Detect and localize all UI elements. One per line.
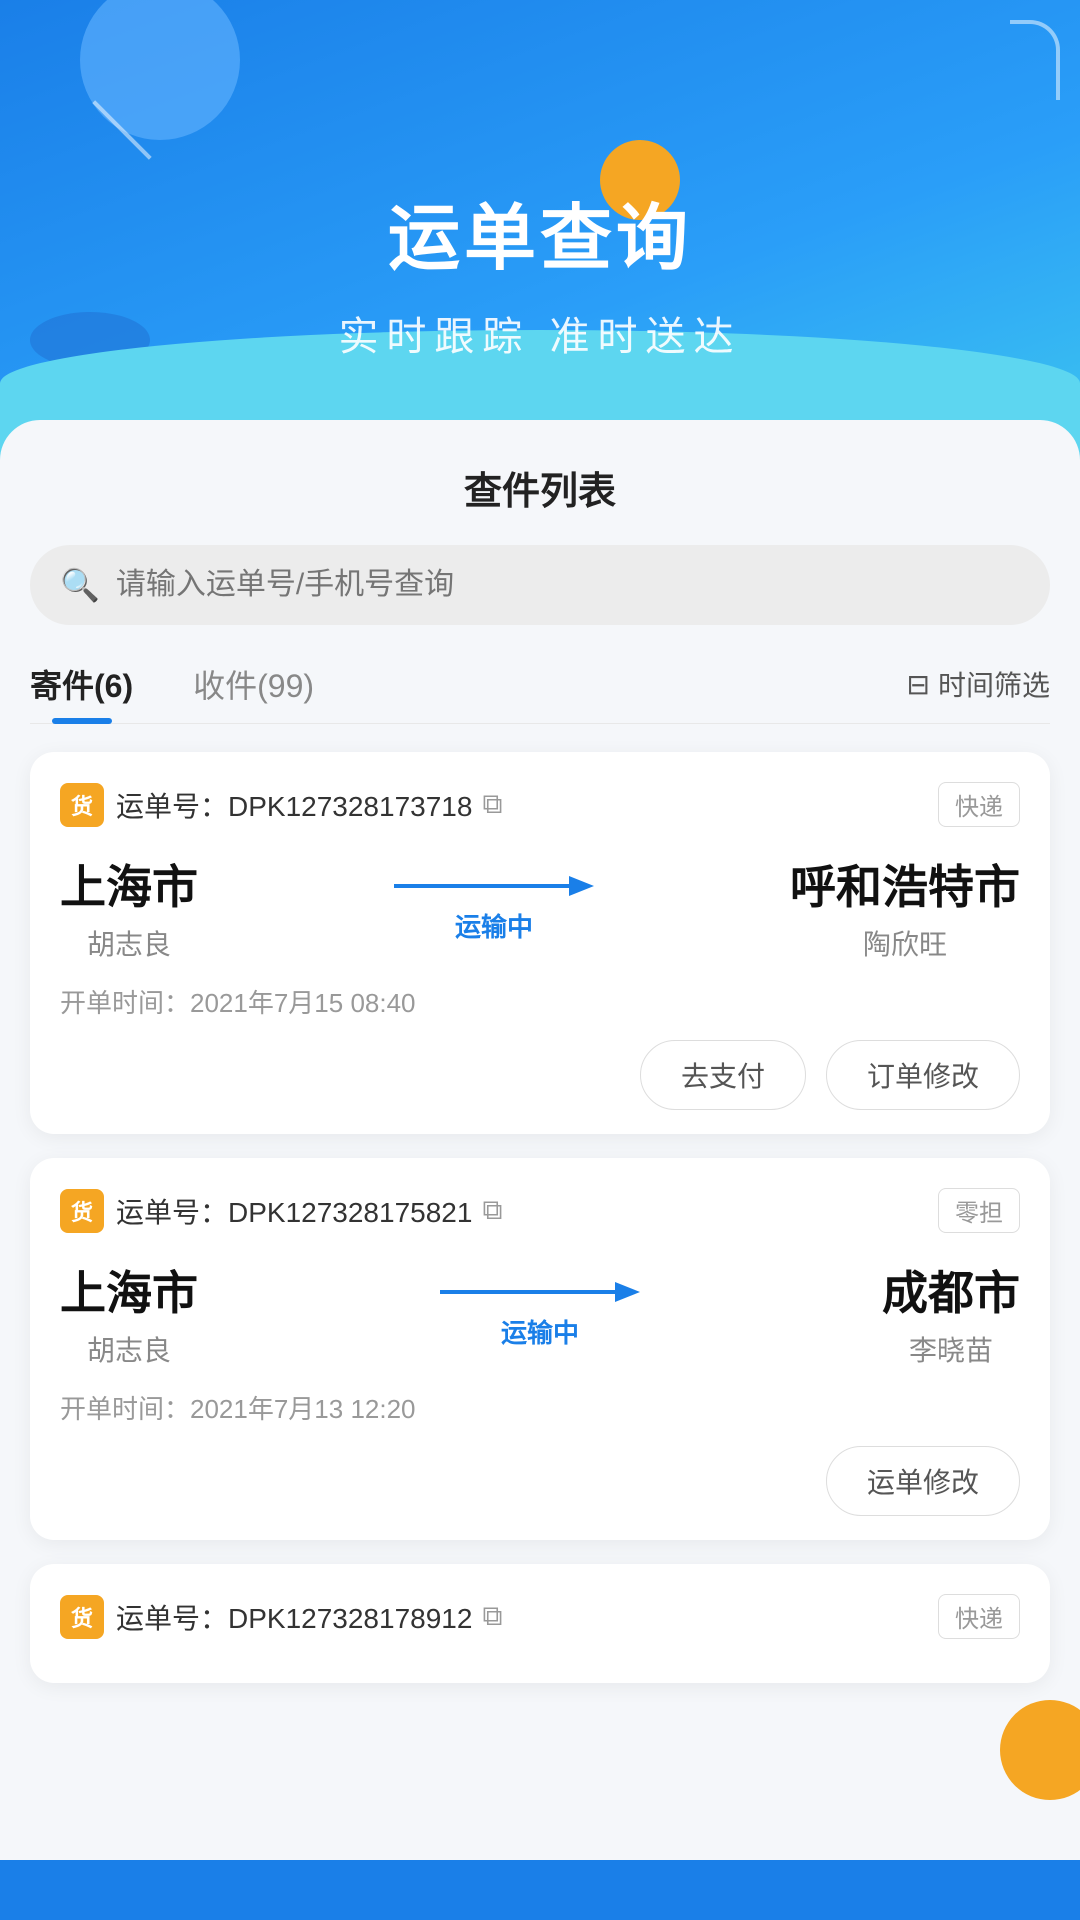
hero-title: 运单查询 [388, 179, 692, 284]
to-city-0: 呼和浩特市 陶欣旺 [790, 851, 1020, 963]
card-header-2: 货 运单号：DPK127328178912 ⧉ 快递 [60, 1594, 1020, 1639]
tabs-container: 寄件(6) 收件(99) ⊟ 时间筛选 [30, 661, 1050, 724]
open-time-0: 开单时间：2021年7月15 08:40 [60, 983, 1020, 1020]
deco-line-top-right [1010, 20, 1060, 100]
route-arrow-0: 运输中 [394, 871, 594, 944]
search-bar[interactable]: 🔍 [30, 545, 1050, 625]
shipment-card-2: 货 运单号：DPK127328178912 ⧉ 快递 [30, 1564, 1050, 1683]
filter-label: 时间筛选 [938, 664, 1050, 704]
deco-circle-top-left [80, 0, 240, 140]
search-icon: 🔍 [60, 566, 100, 604]
route-0: 上海市 胡志良 运输中 呼和浩特市 陶欣旺 [60, 851, 1020, 963]
filter-button[interactable]: ⊟ 时间筛选 [907, 664, 1050, 720]
copy-icon-1[interactable]: ⧉ [482, 1194, 502, 1227]
shipment-card-0: 货 运单号：DPK127328173718 ⧉ 快递 上海市 胡志良 运输中 [30, 752, 1050, 1134]
card-header-0: 货 运单号：DPK127328173718 ⧉ 快递 [60, 782, 1020, 827]
tab-received[interactable]: 收件(99) [193, 661, 314, 723]
card-title: 查件列表 [30, 460, 1050, 515]
search-input[interactable] [116, 568, 1020, 602]
card-actions-0: 去支付 订单修改 [60, 1040, 1020, 1110]
deco-bottom-right [1000, 1700, 1080, 1800]
tab-sent[interactable]: 寄件(6) [30, 661, 133, 723]
hero-subtitle: 实时跟踪 准时送达 [338, 304, 741, 362]
copy-icon-0[interactable]: ⧉ [482, 788, 502, 821]
tag-1: 零担 [938, 1188, 1020, 1233]
tag-0: 快递 [938, 782, 1020, 827]
from-city-0: 上海市 胡志良 [60, 851, 198, 963]
hero-section: 运单查询 实时跟踪 准时送达 [0, 0, 1080, 480]
order-no-2: 运单号：DPK127328178912 [116, 1597, 472, 1637]
from-city-1: 上海市 胡志良 [60, 1257, 198, 1369]
order-icon-1: 货 [60, 1189, 104, 1233]
to-city-1: 成都市 李晓苗 [882, 1257, 1020, 1369]
card-header-left-2: 货 运单号：DPK127328178912 ⧉ [60, 1595, 502, 1639]
copy-icon-2[interactable]: ⧉ [482, 1600, 502, 1633]
open-time-1: 开单时间：2021年7月13 12:20 [60, 1389, 1020, 1426]
order-icon-2: 货 [60, 1595, 104, 1639]
route-arrow-1: 运输中 [440, 1277, 640, 1350]
main-card: 查件列表 🔍 寄件(6) 收件(99) ⊟ 时间筛选 货 运单号：DPK1273… [0, 420, 1080, 1860]
modify-waybill-button-1[interactable]: 运单修改 [826, 1446, 1020, 1516]
card-header-left-0: 货 运单号：DPK127328173718 ⧉ [60, 783, 502, 827]
pay-button-0[interactable]: 去支付 [640, 1040, 806, 1110]
modify-order-button-0[interactable]: 订单修改 [826, 1040, 1020, 1110]
tag-2: 快递 [938, 1594, 1020, 1639]
order-no-0: 运单号：DPK127328173718 [116, 785, 472, 825]
order-no-1: 运单号：DPK127328175821 [116, 1191, 472, 1231]
card-header-1: 货 运单号：DPK127328175821 ⧉ 零担 [60, 1188, 1020, 1233]
order-icon-0: 货 [60, 783, 104, 827]
card-header-left-1: 货 运单号：DPK127328175821 ⧉ [60, 1189, 502, 1233]
card-actions-1: 运单修改 [60, 1446, 1020, 1516]
filter-icon: ⊟ [907, 668, 930, 701]
shipment-card-1: 货 运单号：DPK127328175821 ⧉ 零担 上海市 胡志良 运输中 [30, 1158, 1050, 1540]
route-1: 上海市 胡志良 运输中 成都市 李晓苗 [60, 1257, 1020, 1369]
